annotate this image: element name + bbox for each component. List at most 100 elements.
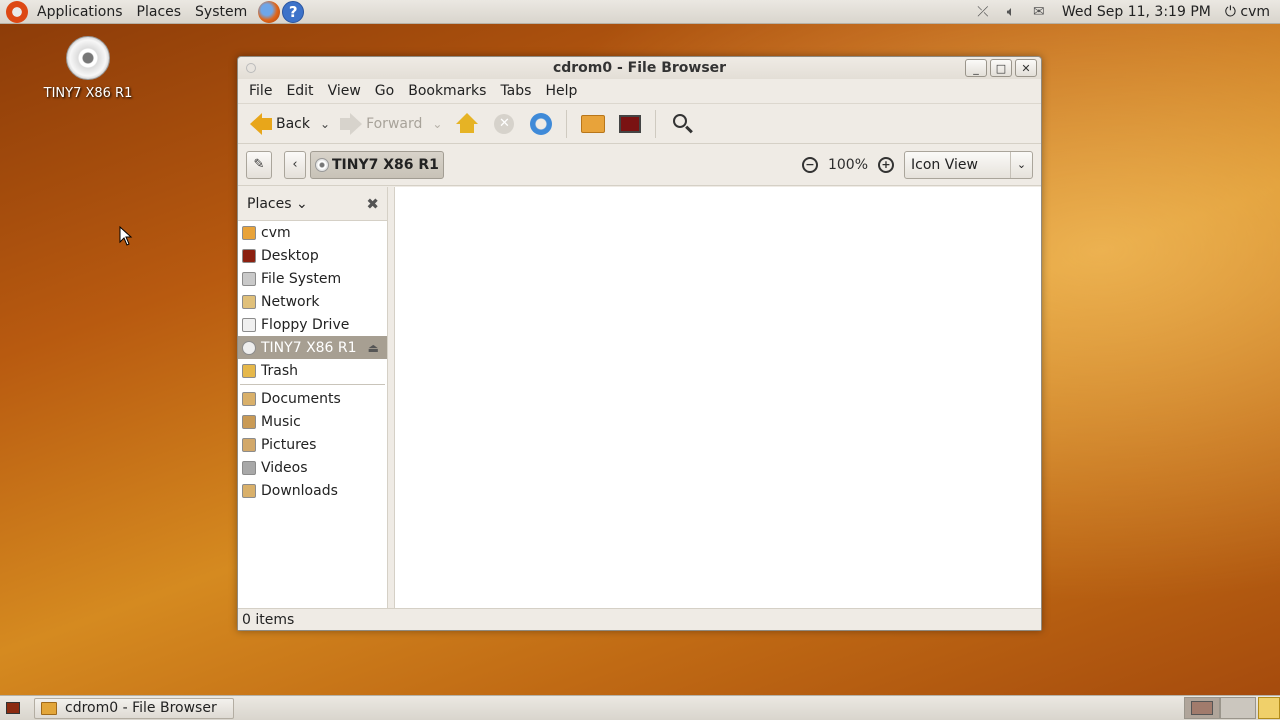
mail-icon[interactable]: ✉ [1030, 4, 1048, 20]
downloads-folder-icon [242, 483, 256, 498]
documents-folder-icon [242, 391, 256, 406]
computer-icon[interactable] [619, 114, 642, 133]
toolbar-separator [566, 109, 568, 138]
search-lens [673, 113, 688, 128]
sidebar-item-label: TINY7 X86 R1 [261, 339, 357, 356]
menu-file[interactable]: File [242, 83, 279, 99]
volume-icon[interactable]: 🔈︎ [1002, 4, 1020, 20]
chevron-left-icon: ‹ [292, 157, 298, 172]
path-left-button[interactable]: ‹ [284, 150, 306, 179]
sidebar-item-floppy[interactable]: Floppy Drive [238, 313, 387, 336]
menu-help[interactable]: Help [538, 83, 584, 99]
panel-tray: ⤫ 🔈︎ ✉ Wed Sep 11, 3:19 PM ⏻ cvm [974, 0, 1280, 24]
location-bar: ✎ ‹ TINY7 X86 R1 − 100% + Icon View ⌄ [238, 144, 1041, 186]
sidebar-item-label: Network [261, 293, 320, 310]
sidebar-item-cvm[interactable]: cvm [238, 221, 387, 244]
help-icon[interactable]: ? [282, 0, 305, 23]
forward-label: Forward [366, 115, 423, 132]
toolbar: Back ⌄ Forward ⌄ ✕ [238, 104, 1041, 144]
title-bar[interactable]: cdrom0 - File Browser _ □ ✕ [238, 57, 1041, 79]
file-browser-window: cdrom0 - File Browser _ □ ✕ File Edit Vi… [237, 56, 1042, 631]
sidebar-item-label: Desktop [261, 247, 319, 264]
workspace-1[interactable] [1184, 697, 1220, 719]
user-menu[interactable]: ⏻ cvm [1225, 4, 1270, 20]
menu-edit[interactable]: Edit [279, 83, 320, 99]
firefox-icon[interactable] [258, 0, 281, 23]
trash-applet-icon[interactable] [1258, 697, 1280, 719]
home-folder-icon [242, 225, 256, 240]
videos-folder-icon [242, 460, 256, 475]
sidebar-item-downloads[interactable]: Downloads [238, 479, 387, 502]
sidebar-item-network[interactable]: Network [238, 290, 387, 313]
sidebar-item-music[interactable]: Music [238, 410, 387, 433]
search-icon[interactable] [672, 113, 694, 135]
places-menu[interactable]: Places [130, 4, 189, 20]
show-desktop-icon [6, 702, 20, 714]
forward-button[interactable]: Forward [336, 108, 426, 140]
pencil-icon: ✎ [253, 157, 265, 172]
zoom-controls: − 100% + Icon View ⌄ [801, 150, 1041, 179]
sidebar-item-videos[interactable]: Videos [238, 456, 387, 479]
item-count: 0 items [242, 611, 295, 628]
sidebar-item-label: Pictures [261, 436, 317, 453]
back-button[interactable]: Back [246, 108, 314, 140]
sidebar-item-pictures[interactable]: Pictures [238, 433, 387, 456]
forward-history-chevron-icon[interactable]: ⌄ [432, 117, 442, 131]
sidebar: Places ⌄ ✖ cvm Desktop File System Netwo… [238, 187, 388, 608]
menu-bar: File Edit View Go Bookmarks Tabs Help [238, 79, 1041, 104]
system-menu[interactable]: System [188, 4, 254, 20]
view-mode-select[interactable]: Icon View ⌄ [904, 150, 1033, 179]
sidebar-item-trash[interactable]: Trash [238, 359, 387, 382]
up-arrow-icon[interactable] [456, 112, 479, 135]
sidebar-item-file-system[interactable]: File System [238, 267, 387, 290]
reload-icon[interactable] [530, 112, 553, 135]
clock[interactable]: Wed Sep 11, 3:19 PM [1058, 4, 1215, 20]
forward-arrow-icon [350, 112, 363, 135]
menu-tabs[interactable]: Tabs [493, 83, 538, 99]
window-title: cdrom0 - File Browser [552, 60, 727, 76]
sidebar-item-label: File System [261, 270, 342, 287]
back-history-chevron-icon[interactable]: ⌄ [320, 117, 330, 131]
places-list: cvm Desktop File System Network Floppy D… [238, 220, 387, 608]
applications-menu[interactable]: Applications [30, 4, 130, 20]
home-folder-icon[interactable] [581, 114, 606, 133]
sidebar-item-documents[interactable]: Documents [238, 387, 387, 410]
zoom-in-icon[interactable]: + [878, 156, 894, 173]
menu-view[interactable]: View [321, 83, 368, 99]
menu-go[interactable]: Go [368, 83, 401, 99]
taskbar-window-button[interactable]: cdrom0 - File Browser [34, 697, 234, 719]
workspace-2[interactable] [1220, 697, 1256, 719]
sidebar-item-label: Videos [261, 459, 308, 476]
user-name: cvm [1240, 3, 1270, 20]
status-bar: 0 items [238, 608, 1041, 630]
breadcrumb-current[interactable]: TINY7 X86 R1 [310, 150, 444, 179]
eject-icon[interactable]: ⏏ [368, 341, 379, 355]
maximize-button[interactable]: □ [990, 59, 1012, 77]
sidebar-item-label: cvm [261, 224, 291, 241]
forward-arrow-body [340, 117, 351, 130]
folder-icon [41, 701, 57, 715]
zoom-level[interactable]: 100% [828, 157, 868, 173]
desktop-cd-icon[interactable]: TINY7 X86 R1 [38, 36, 138, 101]
sidebar-item-desktop[interactable]: Desktop [238, 244, 387, 267]
edit-location-button[interactable]: ✎ [246, 150, 272, 179]
sidebar-type-select[interactable]: Places ⌄ [247, 196, 308, 212]
window-menu-icon[interactable] [246, 63, 256, 73]
close-button[interactable]: ✕ [1015, 59, 1037, 77]
ubuntu-logo-icon[interactable] [6, 0, 28, 23]
sidebar-item-cd[interactable]: TINY7 X86 R1 ⏏ [238, 336, 387, 359]
sidebar-header: Places ⌄ ✖ [238, 187, 387, 220]
workspace-window-thumb [1191, 701, 1213, 715]
file-icon-view[interactable] [394, 187, 1041, 608]
sidebar-close-icon[interactable]: ✖ [366, 195, 379, 213]
sidebar-item-label: Trash [261, 362, 298, 379]
show-desktop-button[interactable] [2, 698, 24, 718]
menu-bookmarks[interactable]: Bookmarks [401, 83, 493, 99]
stop-icon[interactable]: ✕ [494, 113, 515, 134]
network-folder-icon [242, 294, 256, 309]
workspace-switcher [1184, 696, 1280, 720]
network-icon[interactable]: ⤫ [974, 4, 992, 20]
zoom-out-icon[interactable]: − [801, 156, 818, 173]
minimize-button[interactable]: _ [965, 59, 987, 77]
pictures-folder-icon [242, 437, 256, 452]
